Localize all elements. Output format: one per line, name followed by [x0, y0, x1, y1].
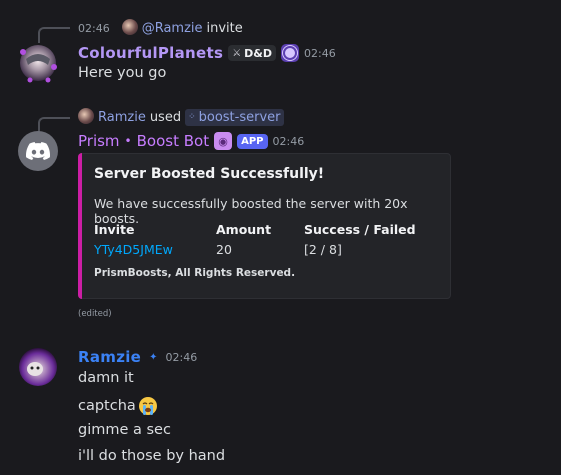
bot-message-time: 02:46	[272, 134, 305, 148]
embed: Server Boosted Successfully! We have suc…	[78, 153, 451, 299]
embed-field-invite-value[interactable]: YTy4D5JMEw	[94, 242, 173, 257]
bot-header: Prism • Boost Bot ◉ APP 02:46	[78, 131, 304, 151]
user-avatar[interactable]	[18, 347, 58, 387]
slash-command-icon: ⁘	[188, 112, 196, 122]
bullet-separator: •	[124, 134, 132, 148]
sparkle-icon: ✦	[149, 351, 158, 363]
sword-icon: ⚔	[232, 47, 242, 59]
embed-field-invite-name: Invite	[94, 222, 135, 237]
interaction-preview[interactable]: Ramzie used ⁘ boost-server	[78, 108, 284, 126]
command-name: boost-server	[198, 109, 281, 125]
edited-label: (edited)	[78, 309, 112, 319]
username[interactable]: ColourfulPlanets	[78, 44, 223, 62]
message-line: captcha	[78, 398, 136, 414]
reply-avatar[interactable]	[121, 19, 138, 35]
verified-badge-icon[interactable]	[281, 44, 300, 62]
reply-time: 02:46	[78, 21, 110, 35]
embed-title: Server Boosted Successfully!	[94, 166, 325, 182]
user-header: Ramzie ✦ 02:46	[78, 347, 197, 367]
user-message-time: 02:46	[165, 350, 198, 364]
interaction-avatar[interactable]	[78, 108, 94, 124]
message-line: damn it	[78, 370, 134, 386]
message-header: ColourfulPlanets ⚔ D&D 02:46	[78, 43, 336, 63]
message-time: 02:46	[304, 46, 336, 60]
message-line: gimme a sec	[78, 422, 171, 438]
command-chip[interactable]: ⁘ boost-server	[185, 108, 284, 126]
interaction-used: used	[149, 109, 182, 125]
embed-footer: PrismBoosts, All Rights Reserved.	[94, 267, 296, 279]
app-badge: APP	[237, 133, 268, 149]
user-username[interactable]: Ramzie	[78, 348, 141, 366]
discord-logo-icon	[26, 142, 50, 160]
interaction-user[interactable]: Ramzie	[98, 110, 146, 125]
message-content: Here you go	[78, 65, 167, 81]
guild-tag-label: D&D	[244, 46, 273, 60]
bot-suffix[interactable]: Boost Bot	[137, 132, 209, 150]
reply-preview[interactable]: 02:46 @Ramzie invite	[78, 19, 243, 37]
message-line-captcha: captcha	[78, 396, 158, 416]
embed-field-amount-name: Amount	[216, 222, 272, 237]
guild-tag[interactable]: ⚔ D&D	[228, 45, 277, 61]
message-line: i'll do those by hand	[78, 448, 226, 464]
embed-field-result-name: Success / Failed	[304, 222, 416, 237]
robot-emoji-icon: ◉	[214, 132, 233, 150]
sob-emoji-icon	[138, 396, 158, 416]
embed-field-amount-value: 20	[216, 242, 232, 257]
embed-field-result-value: [2 / 8]	[304, 242, 342, 257]
embed-accent-bar	[78, 153, 82, 299]
reply-connector	[38, 27, 70, 43]
bot-name[interactable]: Prism	[78, 132, 120, 150]
reply-mention[interactable]: @Ramzie	[142, 21, 203, 36]
avatar[interactable]	[18, 43, 58, 83]
reply-text: invite	[206, 20, 243, 36]
bot-avatar[interactable]	[18, 131, 58, 171]
